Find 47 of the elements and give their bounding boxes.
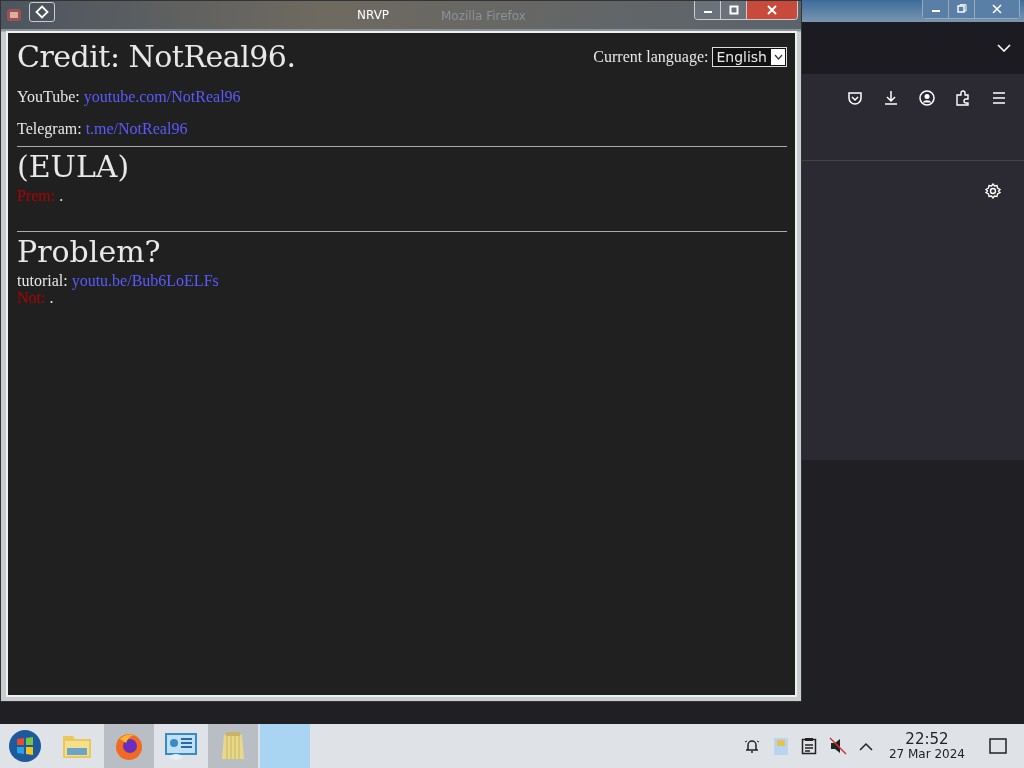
chevron-icon (773, 54, 783, 60)
section-heading: Problem? (17, 233, 162, 271)
restore-icon (956, 4, 967, 14)
close-icon (767, 5, 777, 15)
warning-label: Not: (17, 289, 46, 306)
account-icon[interactable] (919, 90, 935, 106)
section-heading: (EULA) (17, 148, 131, 186)
app-icon (5, 6, 23, 24)
show-desktop-icon[interactable] (989, 738, 1007, 754)
warning-label: Prem: (17, 187, 56, 204)
language-label: Current language: (593, 48, 709, 66)
maximize-button[interactable] (721, 1, 747, 19)
clock-date[interactable]: 27 Mar 2024 (888, 747, 965, 761)
language-select[interactable]: English (712, 47, 787, 67)
maximize-icon (728, 5, 739, 15)
chevron-icon[interactable] (997, 44, 1011, 52)
close-icon (992, 4, 1002, 14)
chevron-up-icon[interactable] (858, 741, 873, 751)
diamond-icon (35, 5, 49, 19)
window-menu-button[interactable] (29, 2, 55, 22)
muted-speaker-icon[interactable] (828, 737, 847, 755)
close-button[interactable] (747, 1, 797, 19)
warning-text: . (59, 187, 64, 204)
restore-button[interactable] (949, 0, 975, 18)
puzzle-icon[interactable] (955, 90, 971, 106)
start-orb-icon (8, 729, 42, 763)
close-button[interactable] (975, 0, 1019, 18)
minimize-button[interactable] (695, 1, 721, 19)
clipboard-icon[interactable] (772, 736, 789, 756)
taskbar-app-button[interactable] (104, 724, 154, 768)
link-label: tutorial: (17, 272, 68, 289)
browser-icon (114, 731, 144, 761)
link-label: Telegram: (17, 120, 82, 137)
window-title: NRVP (357, 8, 390, 22)
notes-icon[interactable] (800, 737, 817, 755)
menu-icon[interactable] (991, 90, 1007, 106)
pocket-icon[interactable] (847, 90, 863, 106)
notepad-icon (220, 731, 246, 761)
download-icon[interactable] (883, 90, 899, 106)
link-label: YouTube: (17, 88, 80, 105)
warning-text: . (49, 289, 54, 306)
settings-icon[interactable] (985, 183, 1001, 199)
clock-time[interactable]: 22:52 (905, 731, 949, 747)
bell-icon[interactable] (742, 737, 761, 755)
monitor-icon (164, 731, 198, 761)
credit-heading: Credit: NotReal96. (17, 39, 296, 74)
minimize-button[interactable] (923, 0, 949, 18)
